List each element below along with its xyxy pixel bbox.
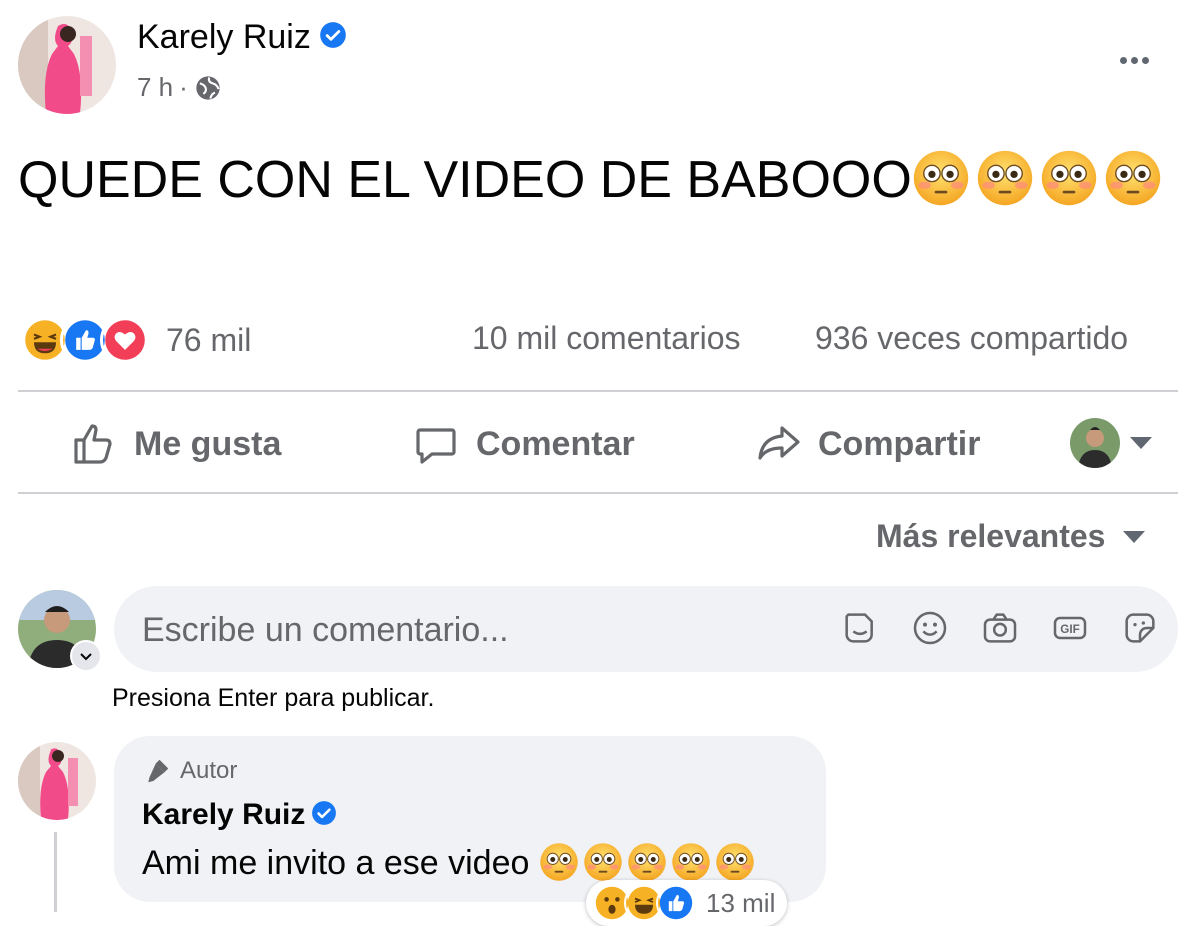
flushed-emoji xyxy=(715,842,755,882)
thread-line xyxy=(54,832,57,912)
divider xyxy=(18,492,1178,494)
chevron-down-icon xyxy=(80,653,92,661)
author-avatar[interactable] xyxy=(18,16,116,114)
comment-author-avatar[interactable] xyxy=(18,742,96,820)
composer-hint: Presiona Enter para publicar. xyxy=(112,684,435,712)
comment-text: Ami me invito a ese video xyxy=(142,842,759,883)
comment-author-text[interactable]: Karely Ruiz xyxy=(142,798,305,831)
post-reactions[interactable]: 76 mil xyxy=(20,315,251,365)
divider xyxy=(18,390,1178,392)
post-text-content: QUEDE CON EL VIDEO DE BABOOO xyxy=(18,151,912,209)
like-reaction-icon xyxy=(656,883,696,923)
flushed-emoji xyxy=(583,842,623,882)
author-badge-label: Autor xyxy=(180,757,238,784)
shares-count[interactable]: 936 veces compartido xyxy=(815,320,1128,357)
love-reaction-icon xyxy=(100,315,150,365)
comments-count[interactable]: 10 mil comentarios xyxy=(472,320,741,357)
share-button[interactable]: Compartir xyxy=(754,412,980,476)
post-meta: 7 h · xyxy=(137,72,222,103)
post-text: QUEDE CON EL VIDEO DE BABOOO xyxy=(18,140,1178,220)
chevron-down-icon xyxy=(1130,437,1152,449)
flushed-emoji xyxy=(539,842,579,882)
post-time[interactable]: 7 h xyxy=(137,72,173,103)
sticker-icon[interactable] xyxy=(840,608,880,648)
flushed-emoji xyxy=(912,149,970,207)
comment-reaction-count: 13 mil xyxy=(706,887,776,918)
more-options-button[interactable] xyxy=(1110,42,1158,78)
sticker-face-icon[interactable] xyxy=(1120,608,1160,648)
comment-composer[interactable]: GIF xyxy=(114,586,1178,674)
comment-reactions[interactable]: 13 mil xyxy=(586,880,788,926)
profile-switch-badge[interactable] xyxy=(70,640,102,672)
comment-bubble: Autor Karely Ruiz Ami me invito a ese vi… xyxy=(114,736,826,902)
comment-input[interactable] xyxy=(140,586,784,674)
comment-label: Comentar xyxy=(476,424,635,463)
react-as-avatar xyxy=(1070,418,1120,468)
comment-text-content: Ami me invito a ese video xyxy=(142,844,530,882)
gif-icon[interactable]: GIF xyxy=(1050,608,1090,648)
sort-label: Más relevantes xyxy=(876,518,1106,554)
flushed-emoji xyxy=(627,842,667,882)
meta-separator: · xyxy=(179,72,188,102)
share-icon xyxy=(758,426,800,460)
svg-text:GIF: GIF xyxy=(1060,623,1079,636)
comment-sort-dropdown[interactable]: Más relevantes xyxy=(876,518,1146,555)
chevron-down-icon xyxy=(1123,530,1146,543)
comment-button[interactable]: Comentar xyxy=(412,412,635,476)
flushed-emoji xyxy=(1104,149,1162,207)
camera-icon[interactable] xyxy=(980,608,1020,648)
reaction-count[interactable]: 76 mil xyxy=(166,322,251,359)
flushed-emoji xyxy=(671,842,711,882)
like-label: Me gusta xyxy=(134,424,282,463)
verified-icon xyxy=(312,801,337,825)
like-button[interactable]: Me gusta xyxy=(70,412,281,476)
author-badge: Autor xyxy=(142,756,237,786)
flushed-emoji xyxy=(976,149,1034,207)
emoji-icon[interactable] xyxy=(910,608,950,648)
more-icon xyxy=(1119,56,1127,64)
comment-author-name[interactable]: Karely Ruiz xyxy=(142,798,337,832)
author-name-text[interactable]: Karely Ruiz xyxy=(137,18,311,56)
share-label: Compartir xyxy=(818,424,981,463)
react-as-selector[interactable] xyxy=(1070,418,1152,468)
comment-icon xyxy=(416,428,456,464)
author-name[interactable]: Karely Ruiz xyxy=(137,18,347,57)
globe-icon xyxy=(196,75,220,100)
verified-icon xyxy=(320,22,346,48)
microphone-icon xyxy=(148,759,169,783)
flushed-emoji xyxy=(1040,149,1098,207)
like-icon xyxy=(74,424,112,464)
